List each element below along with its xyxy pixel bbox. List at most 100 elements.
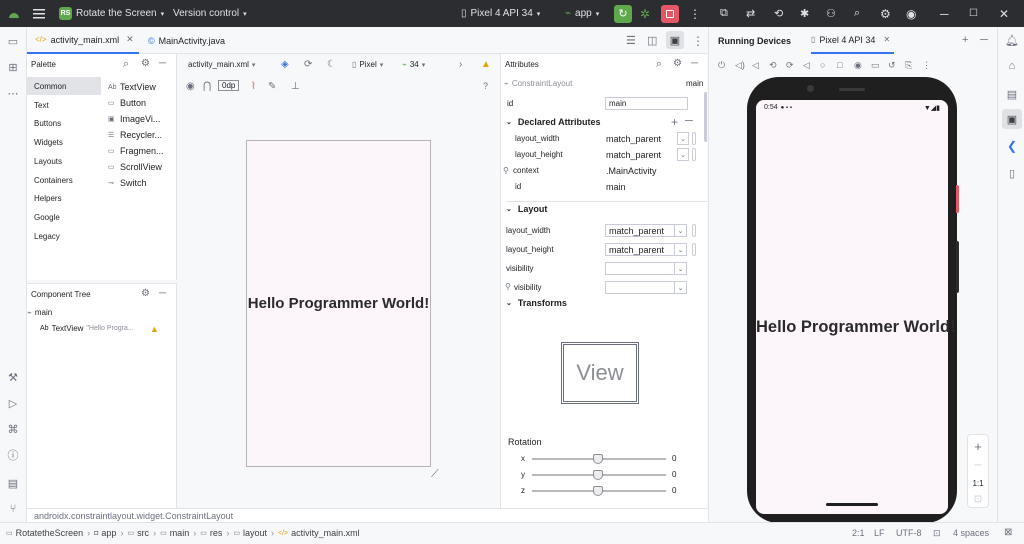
id-input[interactable]: main xyxy=(605,97,688,110)
screenshot-icon[interactable]: ◉ xyxy=(854,60,862,71)
snapshot-icon[interactable]: ↺ xyxy=(888,60,896,71)
palette-category-widgets[interactable]: Widgets xyxy=(34,138,63,147)
rotation-slider-thumb[interactable] xyxy=(593,470,603,480)
close-icon[interactable]: ✕ xyxy=(999,0,1009,27)
layout-section-header[interactable]: ⌄ Layout xyxy=(506,201,707,214)
default-margin-field[interactable]: 0dp xyxy=(218,80,240,91)
more-vertical-icon[interactable]: ⋮ xyxy=(689,0,701,27)
main-menu-icon[interactable] xyxy=(33,0,45,27)
breadcrumb-item[interactable]: ▭ src xyxy=(127,528,149,538)
declared-attr-value[interactable]: match_parent xyxy=(606,150,661,160)
chevron-down-icon[interactable]: ⌄ xyxy=(674,281,687,294)
palette-item[interactable]: ▣ ImageVi... xyxy=(108,114,160,124)
zoom-fit-icon[interactable]: ⊡ xyxy=(969,491,987,507)
gear-icon[interactable]: ⚙ xyxy=(880,0,891,27)
night-mode-icon[interactable]: ☾ xyxy=(327,59,336,70)
design-view-icon[interactable]: ▣ xyxy=(666,31,684,49)
lock-icon[interactable]: ⊡ xyxy=(933,528,941,539)
power-icon[interactable]: ⏻ xyxy=(718,60,725,71)
palette-category-layouts[interactable]: Layouts xyxy=(34,157,62,166)
sync-icon[interactable]: ⟲ xyxy=(774,0,783,27)
warning-icon[interactable]: ▲ xyxy=(150,324,159,334)
structure-icon[interactable]: ⊞ xyxy=(6,60,20,74)
layout-attr-input[interactable]: match_parent xyxy=(605,243,675,256)
gesture-nav-bar[interactable] xyxy=(826,503,878,506)
attr-pin[interactable] xyxy=(692,224,696,237)
search-icon[interactable]: ⌕ xyxy=(656,58,662,71)
attr-pin[interactable] xyxy=(692,132,696,145)
orientation-icon[interactable]: ⟳ xyxy=(304,59,312,70)
chevron-down-icon[interactable]: ⌄ xyxy=(674,224,687,237)
device-manager-icon[interactable]: ⧉ xyxy=(720,0,728,27)
notifications-icon[interactable]: 🔔︎ xyxy=(1005,33,1019,47)
close-icon[interactable]: ✕ xyxy=(126,34,134,45)
rotate-right-icon[interactable]: ⟳ xyxy=(786,60,794,71)
volume-down-icon[interactable]: ◁ xyxy=(752,60,759,71)
lock-icon[interactable]: ⊠ xyxy=(1004,527,1012,538)
split-view-icon[interactable]: ◫ xyxy=(647,27,657,54)
minimize-icon[interactable]: ─ xyxy=(980,34,988,46)
chevron-down-icon[interactable]: ⌄ xyxy=(674,262,687,275)
more-vertical-icon[interactable]: ⋮ xyxy=(922,60,931,71)
layout-preview[interactable]: Hello Programmer World! xyxy=(246,140,431,467)
gear-icon[interactable]: ⚙ xyxy=(141,58,150,69)
attributes-scrollbar[interactable] xyxy=(704,92,707,142)
minimize-icon[interactable]: ─ xyxy=(940,0,949,27)
caret-position[interactable]: 2:1 xyxy=(852,528,865,538)
device-preview-selector[interactable]: ▯ Pixel ▾ xyxy=(352,60,383,69)
api-selector[interactable]: ⌁ 34 ▾ xyxy=(402,60,425,69)
indent-setting[interactable]: 4 spaces xyxy=(953,528,989,538)
device-screen[interactable]: 0:54 ● ▪ ▪ ▼◢▮ Hello Programmer World! xyxy=(756,100,956,514)
search-icon[interactable]: ⌕ xyxy=(854,0,860,27)
fold-icon[interactable]: ⎘ xyxy=(905,60,912,71)
close-icon[interactable]: ✕ xyxy=(883,35,890,44)
debug-icon[interactable]: ✲ xyxy=(640,0,650,27)
account-icon[interactable]: ◉ xyxy=(906,0,916,27)
guidelines-icon[interactable]: ⊥ xyxy=(291,81,300,92)
chevron-right-icon[interactable]: › xyxy=(459,59,462,70)
layout-attr-input[interactable] xyxy=(605,262,675,275)
eye-icon[interactable]: ◉ xyxy=(186,81,195,92)
gear-icon[interactable]: ⚙ xyxy=(673,58,682,69)
rotation-value[interactable]: 0 xyxy=(672,470,676,479)
add-attribute-icon[interactable]: + xyxy=(671,115,678,129)
logcat-icon[interactable]: ⌘ xyxy=(6,422,20,436)
project-widget[interactable]: RS Rotate the Screen ▾ xyxy=(59,0,164,27)
more-horizontal-icon[interactable]: ⋯ xyxy=(6,86,20,100)
rotation-value[interactable]: 0 xyxy=(672,454,676,463)
zoom-actual-size[interactable]: 1:1 xyxy=(969,475,987,491)
translate-icon[interactable]: ⇄ xyxy=(746,0,755,27)
magnet-icon[interactable]: ⋂ xyxy=(203,81,211,92)
rerun-icon[interactable]: ↻ xyxy=(614,4,632,23)
palette-category-common[interactable]: Common xyxy=(34,82,66,91)
zoom-out-icon[interactable]: ─ xyxy=(969,457,987,473)
palette-item[interactable]: ▭ Fragmen... xyxy=(108,146,164,156)
preview-textview[interactable]: Hello Programmer World! xyxy=(248,295,429,312)
minimize-icon[interactable]: ─ xyxy=(159,58,166,69)
palette-category-helpers[interactable]: Helpers xyxy=(34,194,62,203)
volume-up-icon[interactable]: ◁) xyxy=(735,60,745,71)
minimize-icon[interactable]: ─ xyxy=(159,288,166,299)
tab-activity-main-xml[interactable]: </> activity_main.xml ✕ xyxy=(27,27,139,54)
back-icon[interactable]: ◁ xyxy=(803,60,810,71)
palette-category-containers[interactable]: Containers xyxy=(34,176,73,185)
breadcrumb-item[interactable]: ▭ RotatetheScreen xyxy=(6,528,83,538)
infer-constraints-icon[interactable]: ✎ xyxy=(268,81,276,92)
chevron-down-icon[interactable]: ⌄ xyxy=(677,148,689,161)
breadcrumb-item[interactable]: ◘ app xyxy=(94,528,116,538)
overview-icon[interactable]: □ xyxy=(837,60,842,70)
rotation-value[interactable]: 0 xyxy=(672,486,676,495)
terminal-icon[interactable]: ▤ xyxy=(6,476,20,490)
minimize-icon[interactable]: ─ xyxy=(691,58,698,69)
palette-category-buttons[interactable]: Buttons xyxy=(34,119,61,128)
code-with-me-icon[interactable]: ⚇ xyxy=(826,0,836,27)
rotate-left-icon[interactable]: ⟲ xyxy=(769,60,777,71)
stop-button[interactable] xyxy=(661,4,679,23)
palette-item[interactable]: ▭ ScrollView xyxy=(108,162,162,172)
flutter-icon[interactable]: ❮ xyxy=(1005,139,1019,153)
chevron-down-icon[interactable]: ⌄ xyxy=(674,243,687,256)
palette-category-text[interactable]: Text xyxy=(34,101,49,110)
palette-item[interactable]: ☰ Recycler... xyxy=(108,130,162,140)
declared-attr-value[interactable]: .MainActivity xyxy=(606,166,657,176)
attr-pin[interactable] xyxy=(692,243,696,256)
